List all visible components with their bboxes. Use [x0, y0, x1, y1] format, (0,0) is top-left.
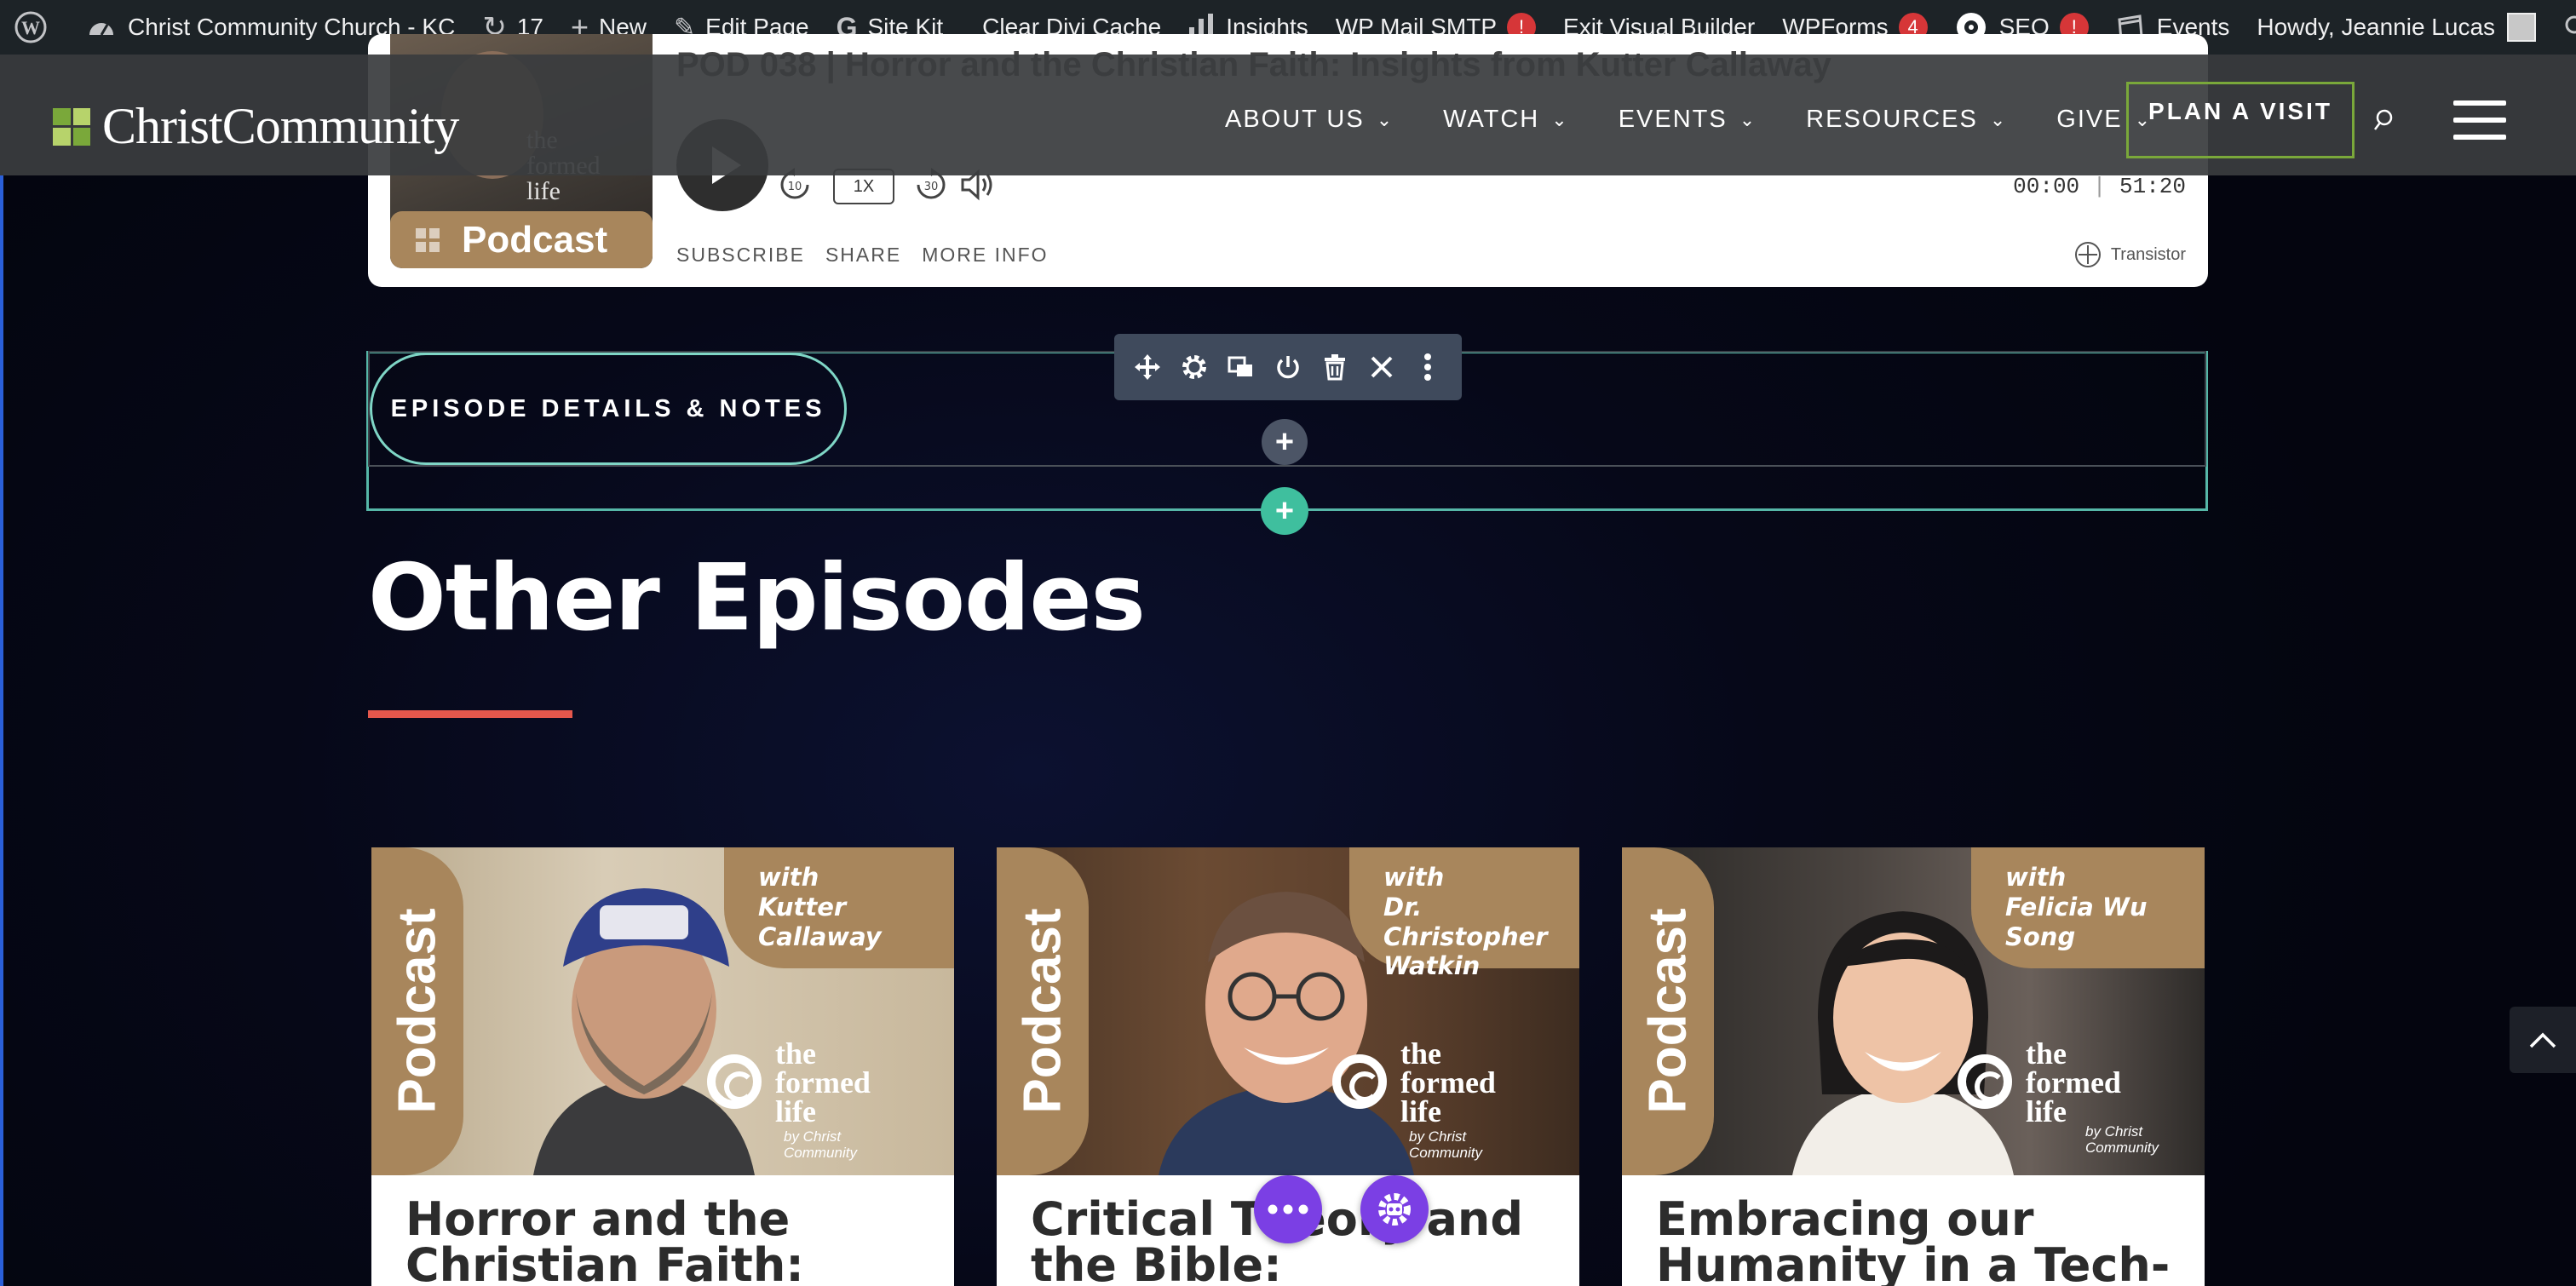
- episode-card-image: Podcast with Kutter Callaway the formed …: [371, 847, 954, 1175]
- nav-label: EVENTS: [1618, 106, 1728, 133]
- main-nav: ABOUT US ⌄ WATCH ⌄ EVENTS ⌄ RESOURCES ⌄ GIVE…: [1225, 106, 2201, 134]
- hamburger-line: [2453, 118, 2506, 123]
- admin-search[interactable]: [2550, 0, 2576, 55]
- episode-card-title[interactable]: Horror and the Christian Faith:: [405, 1197, 934, 1286]
- episode-card[interactable]: Podcast with Kutter Callaway the formed …: [371, 847, 954, 1286]
- strip-label: Podcast: [1013, 908, 1072, 1114]
- formed-life-logo-icon: [707, 1054, 762, 1109]
- hamburger-line: [2453, 100, 2506, 106]
- search-icon: [2565, 15, 2576, 34]
- search-icon: [2374, 109, 2393, 130]
- logo-text: ChristCommunity: [102, 98, 459, 154]
- dashboard-icon: [89, 23, 113, 36]
- howdy-label: Howdy, Jeannie Lucas: [2257, 14, 2496, 40]
- more-info-link[interactable]: MORE INFO: [922, 244, 1048, 267]
- transistor-label: Transistor: [2110, 244, 2186, 264]
- grid-icon: [416, 227, 440, 252]
- cross-logo-icon: [53, 107, 90, 146]
- episode-card-image: Podcast with Dr. Christopher Watkin the …: [997, 847, 1579, 1175]
- time-total: 51:20: [2119, 174, 2186, 199]
- add-module-button[interactable]: +: [1262, 419, 1308, 465]
- nav-item-events[interactable]: EVENTS ⌄: [1619, 106, 1757, 134]
- settings-gear-icon[interactable]: [1176, 348, 1213, 386]
- avatar: [2507, 13, 2537, 42]
- admin-account[interactable]: Howdy, Jeannie Lucas: [2243, 0, 2550, 55]
- hamburger-line: [2453, 135, 2506, 140]
- formed-life-logo-icon: [1332, 1054, 1387, 1109]
- subscribe-link[interactable]: SUBSCRIBE: [676, 244, 805, 267]
- divi-page-settings-button[interactable]: [1254, 1175, 1322, 1243]
- site-header: ChristCommunity ABOUT US ⌄ WATCH ⌄ EVENTS ⌄…: [0, 55, 2576, 175]
- formed-life-brand: the formed life by Christ Community: [1958, 1036, 2171, 1175]
- episode-card-title[interactable]: Embracing our Humanity in a Tech-: [1656, 1197, 2184, 1286]
- chevron-up-icon: [2529, 1032, 2556, 1048]
- brand-byline: by Christ Community: [2085, 1123, 2159, 1156]
- episode-card[interactable]: Podcast with Felicia Wu Song the formed …: [1622, 847, 2205, 1286]
- time-current: 00:00: [2013, 174, 2080, 199]
- svg-text:W: W: [21, 17, 40, 38]
- guest-credit: with Dr. Christopher Watkin: [1349, 847, 1579, 980]
- strip-label: Podcast: [388, 908, 447, 1114]
- nav-item-about-us[interactable]: ABOUT US ⌄: [1225, 106, 1394, 134]
- brand-byline: by Christ Community: [784, 1128, 857, 1161]
- duplicate-icon[interactable]: [1222, 348, 1260, 386]
- chevron-down-icon: ⌄: [1989, 108, 2008, 130]
- brand-name: the formed life: [775, 1036, 871, 1129]
- nav-item-resources[interactable]: RESOURCES ⌄: [1806, 106, 2007, 134]
- podcast-badge: Podcast: [390, 211, 653, 268]
- chevron-down-icon: ⌄: [1551, 108, 1569, 130]
- podcast-strip: Podcast: [371, 847, 463, 1175]
- nav-label: ABOUT US: [1225, 106, 1365, 133]
- close-icon[interactable]: [1363, 348, 1400, 386]
- player-time: 00:00 | 51:20: [2013, 174, 2186, 199]
- brand-name: the formed life: [1400, 1036, 1496, 1129]
- nav-label: GIVE: [2056, 106, 2123, 133]
- guest-credit: with Kutter Callaway: [724, 847, 954, 968]
- more-options-icon[interactable]: [1409, 348, 1446, 386]
- brand-byline: by Christ Community: [1409, 1128, 1482, 1161]
- share-link[interactable]: SHARE: [825, 244, 901, 267]
- move-icon[interactable]: [1129, 348, 1166, 386]
- heading-underline: [368, 710, 572, 718]
- divi-ai-button[interactable]: [1360, 1175, 1429, 1243]
- chevron-down-icon: ⌄: [1739, 108, 1757, 130]
- episode-card-image: Podcast with Felicia Wu Song the formed …: [1622, 847, 2205, 1175]
- podcast-badge-label: Podcast: [462, 218, 608, 261]
- episode-details-button[interactable]: EPISODE DETAILS & NOTES: [370, 353, 847, 465]
- section-heading: Other Episodes: [368, 545, 1146, 652]
- transistor-link[interactable]: Transistor: [2073, 240, 2186, 269]
- wordpress-logo-icon[interactable]: W: [0, 0, 73, 55]
- add-row-button[interactable]: +: [1261, 487, 1308, 535]
- skip-forward-value: 30: [924, 181, 939, 193]
- plan-a-visit-button[interactable]: PLAN A VISIT: [2126, 82, 2355, 158]
- builder-edge-indicator: [0, 175, 3, 1286]
- header-search-button[interactable]: [2372, 107, 2397, 137]
- menu-button[interactable]: [2453, 100, 2506, 152]
- guest-credit: with Felicia Wu Song: [1971, 847, 2205, 968]
- strip-label: Podcast: [1638, 908, 1698, 1114]
- nav-label: RESOURCES: [1806, 106, 1978, 133]
- podcast-strip: Podcast: [1622, 847, 1714, 1175]
- site-logo[interactable]: ChristCommunity: [53, 97, 459, 156]
- podcast-strip: Podcast: [997, 847, 1089, 1175]
- skip-back-value: 10: [788, 181, 802, 193]
- gear-robot-icon: [1378, 1193, 1411, 1226]
- player-links: SUBSCRIBE SHARE MORE INFO: [676, 244, 1069, 267]
- formed-life-brand: the formed life by Christ Community: [1332, 1036, 1545, 1175]
- power-icon[interactable]: [1269, 348, 1307, 386]
- formed-life-logo-icon: [1958, 1054, 2012, 1109]
- back-to-top-button[interactable]: [2510, 1007, 2576, 1073]
- trash-icon[interactable]: [1316, 348, 1354, 386]
- chevron-down-icon: ⌄: [1376, 108, 1394, 130]
- transistor-icon: [2074, 242, 2101, 267]
- more-horizontal-icon: [1268, 1204, 1308, 1214]
- module-toolbar: [1114, 334, 1462, 400]
- nav-item-watch[interactable]: WATCH ⌄: [1443, 106, 1569, 134]
- formed-life-brand: the formed life by Christ Community: [707, 1036, 920, 1175]
- nav-label: WATCH: [1443, 106, 1540, 133]
- brand-name: the formed life: [2026, 1036, 2121, 1129]
